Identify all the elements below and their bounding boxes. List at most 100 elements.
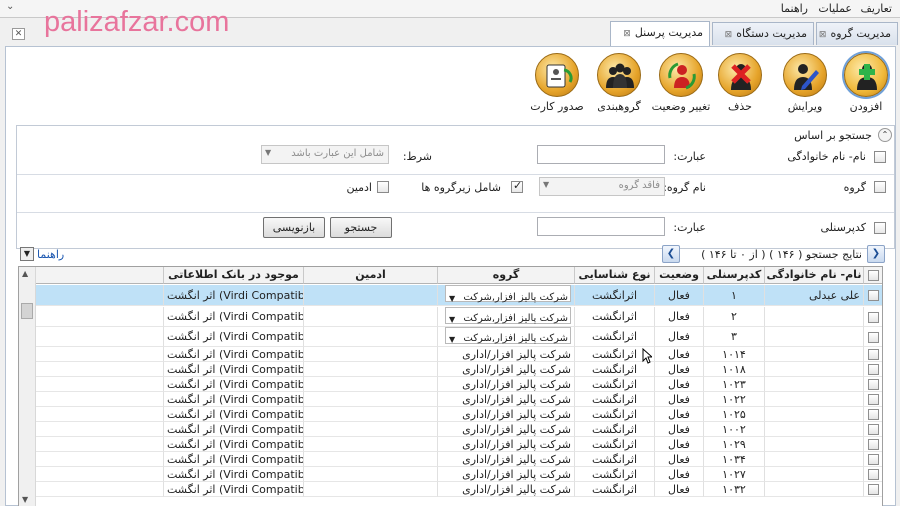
table-row[interactable]: ۱۰۳۲ فعال اثرانگشت شرکت پالیز افزار/اداری اث… — [19, 482, 882, 497]
row-checkbox[interactable] — [868, 394, 879, 405]
cell-name — [765, 362, 864, 377]
tab-close-icon[interactable]: ⊠ — [725, 30, 733, 40]
select-all-checkbox[interactable] — [868, 270, 879, 281]
table-row[interactable]: ۱۰۱۸ فعال اثرانگشت شرکت پالیز افزار/اداری اث… — [19, 362, 882, 377]
group-cell-select[interactable]: شرکت پالیز افزار,شرکت ▼ — [445, 307, 571, 324]
header-name[interactable]: نام- نام خانوادگی — [765, 267, 864, 284]
condition-label: شرط: — [402, 150, 432, 163]
menu-item-help[interactable]: راهنما — [781, 2, 808, 15]
tab-personnel-management[interactable]: مدیریت پرسنل⊠ — [610, 21, 710, 46]
row-select-cell — [864, 327, 882, 347]
group-name-select[interactable]: فاقد گروه ▼ — [539, 177, 665, 196]
id-card-icon — [535, 53, 579, 97]
issue-card-button[interactable]: صدور کارت — [527, 53, 587, 113]
divider — [17, 212, 894, 213]
cell-bank: اثر انگشت (Virdi Compatible) — [164, 482, 304, 497]
cell-admin — [304, 347, 438, 362]
row-checkbox[interactable] — [868, 364, 879, 375]
tab-group-management[interactable]: مدیریت گروه⊠ — [816, 22, 898, 45]
cell-code: ۲ — [704, 307, 765, 327]
cell-status: فعال — [655, 392, 704, 407]
menu-item-definitions[interactable]: تعاریف — [861, 2, 892, 15]
table-row[interactable]: ۲ فعال اثرانگشت شرکت پالیز افزار,شرکت ▼ اثر ا… — [19, 307, 882, 327]
name-checkbox[interactable] — [874, 151, 886, 163]
scroll-up-icon[interactable]: ▲ — [22, 269, 28, 278]
cell-code: ۱۰۲۵ — [704, 407, 765, 422]
row-checkbox[interactable] — [868, 469, 879, 480]
delete-button[interactable]: حذف — [712, 53, 768, 113]
table-row[interactable]: ۱۰۲۷ فعال اثرانگشت شرکت پالیز افزار/اداری اث… — [19, 467, 882, 482]
cell-code: ۱ — [704, 285, 765, 306]
row-select-cell — [864, 347, 882, 362]
include-subgroups-checkbox[interactable] — [511, 179, 523, 193]
add-button[interactable]: افزودن — [838, 53, 894, 113]
row-checkbox[interactable] — [868, 424, 879, 435]
watermark: palizafzar.com — [44, 6, 230, 38]
row-checkbox[interactable] — [868, 312, 879, 323]
table-row[interactable]: ۱۰۱۴ فعال اثرانگشت شرکت پالیز افزار/اداری اث… — [19, 347, 882, 362]
row-checkbox[interactable] — [868, 379, 879, 390]
cell-code: ۱۰۲۳ — [704, 377, 765, 392]
cell-status: فعال — [655, 377, 704, 392]
usercode-checkbox[interactable] — [874, 222, 886, 234]
admin-checkbox[interactable] — [377, 181, 389, 193]
header-auth-type[interactable]: نوع شناسایی — [575, 267, 655, 284]
condition-select[interactable]: شامل این عبارت باشد ▼ — [261, 145, 389, 164]
row-checkbox[interactable] — [868, 484, 879, 495]
name-label: نام- نام خانوادگی — [787, 150, 866, 163]
tab-close-icon[interactable]: ⊠ — [623, 29, 631, 39]
menu-chevron-down-icon[interactable]: ⌄ — [6, 1, 14, 12]
collapse-up-icon[interactable]: ⌃ — [878, 128, 892, 142]
menu-item-operations[interactable]: عملیات — [818, 2, 852, 15]
cell-group: شرکت پالیز افزار,شرکت ▼ — [438, 285, 575, 306]
prev-page-icon[interactable]: ❮ — [662, 245, 680, 263]
table-row[interactable]: ۱۰۲۹ فعال اثرانگشت شرکت پالیز افزار/اداری اث… — [19, 437, 882, 452]
row-select-cell — [864, 452, 882, 467]
cell-code: ۱۰۳۴ — [704, 452, 765, 467]
row-checkbox[interactable] — [868, 290, 879, 301]
row-checkbox[interactable] — [868, 409, 879, 420]
header-code[interactable]: کدپرسنلی — [704, 267, 765, 284]
cell-name — [765, 467, 864, 482]
grouping-button[interactable]: گروهبندی — [589, 53, 649, 113]
row-checkbox[interactable] — [868, 439, 879, 450]
change-status-button[interactable]: تغییر وضعیت — [651, 53, 711, 113]
row-checkbox[interactable] — [868, 332, 879, 343]
help-dropdown-icon[interactable]: ▼ — [20, 247, 34, 261]
row-checkbox[interactable] — [868, 349, 879, 360]
table-row[interactable]: ۱۰۳۴ فعال اثرانگشت شرکت پالیز افزار/اداری اث… — [19, 452, 882, 467]
cell-empty — [36, 392, 164, 407]
table-row[interactable]: علی عبدلی ۱ فعال اثرانگشت شرکت پالیز افزار,ش… — [19, 285, 882, 306]
change-status-label: تغییر وضعیت — [651, 100, 711, 113]
table-row[interactable]: ۱۰۲۳ فعال اثرانگشت شرکت پالیز افزار/اداری اث… — [19, 377, 882, 392]
usercode-phrase-input[interactable] — [537, 217, 665, 236]
header-status[interactable]: وضعیت — [655, 267, 704, 284]
edit-button[interactable]: ویرایش — [777, 53, 833, 113]
table-row[interactable]: ۳ فعال اثرانگشت شرکت پالیز افزار,شرکت ▼ اثر ا… — [19, 327, 882, 347]
cell-status: فعال — [655, 422, 704, 437]
table-row[interactable]: ۱۰۲۵ فعال اثرانگشت شرکت پالیز افزار/اداری اث… — [19, 407, 882, 422]
header-group[interactable]: گروه — [438, 267, 575, 284]
tab-device-management[interactable]: مدیریت دستگاه⊠ — [712, 22, 814, 45]
cell-empty — [36, 407, 164, 422]
tab-close-icon[interactable]: ⊠ — [819, 30, 827, 40]
row-checkbox[interactable] — [868, 454, 879, 465]
cell-bank: اثر انگشت (Virdi Compatible) — [164, 452, 304, 467]
next-page-icon[interactable]: ❯ — [867, 245, 885, 263]
close-icon[interactable]: ✕ — [12, 28, 25, 40]
table-row[interactable]: ۱۰۰۲ فعال اثرانگشت شرکت پالیز افزار/اداری اث… — [19, 422, 882, 437]
header-admin[interactable]: ادمین — [304, 267, 438, 284]
group-checkbox[interactable] — [874, 181, 886, 193]
reset-button[interactable]: بازنویسی — [263, 217, 325, 238]
group-cell-select[interactable]: شرکت پالیز افزار,شرکت ▼ — [445, 327, 571, 344]
help-link[interactable]: راهنما — [37, 248, 64, 261]
cell-status: فعال — [655, 467, 704, 482]
table-row[interactable]: ۱۰۲۲ فعال اثرانگشت شرکت پالیز افزار/اداری اث… — [19, 392, 882, 407]
dropdown-arrow-icon: ▼ — [265, 148, 272, 157]
header-bank[interactable]: موجود در بانک اطلاعاتی — [164, 267, 304, 284]
cell-auth: اثرانگشت — [575, 437, 655, 452]
search-button[interactable]: جستجو — [330, 217, 392, 238]
cell-auth: اثرانگشت — [575, 392, 655, 407]
name-phrase-input[interactable] — [537, 145, 665, 164]
group-cell-select[interactable]: شرکت پالیز افزار,شرکت ▼ — [445, 285, 571, 303]
